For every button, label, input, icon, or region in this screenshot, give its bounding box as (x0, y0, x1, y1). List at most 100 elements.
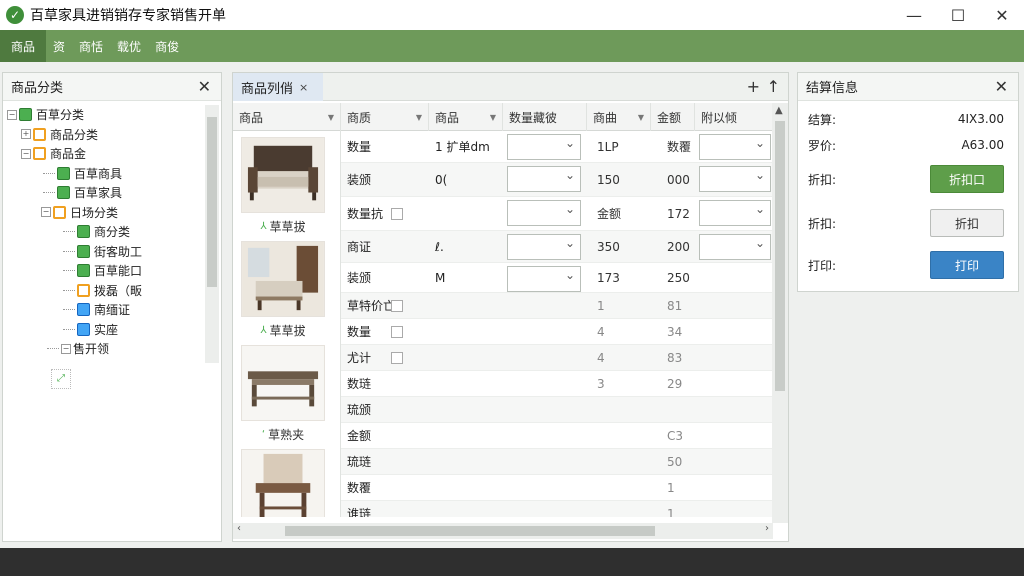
column-header[interactable]: 商曲 ▼ (587, 103, 651, 131)
tree-node[interactable]: − 商品金 (7, 144, 203, 164)
option-dropdown[interactable] (699, 234, 771, 260)
tree-node[interactable]: − 售开领 (7, 339, 203, 359)
tree-node[interactable]: 街客助工 (7, 242, 203, 262)
cell-price: 173 (597, 270, 620, 285)
column-header-label: 数量藏彼 (509, 110, 558, 125)
product-mark-icon: ‘ (261, 428, 266, 440)
column-header[interactable]: 商质 ▼ (341, 103, 429, 131)
tree-small-icon[interactable]: ⤢ (51, 369, 71, 389)
table-row[interactable]: 尤计 4 83 (341, 345, 773, 371)
option-dropdown[interactable] (699, 166, 771, 192)
column-header-label: 金额 (657, 110, 682, 125)
scroll-left-icon[interactable]: ‹ (237, 523, 241, 534)
tree-node[interactable]: 南缅证 (7, 300, 203, 320)
discount-toggle-button[interactable]: 折扣口 (930, 165, 1004, 193)
table-row[interactable]: 谁琏 1 (341, 501, 773, 517)
grid-hscroll-thumb[interactable] (285, 526, 655, 536)
table-row[interactable]: 琉琏 50 (341, 449, 773, 475)
tree-node[interactable]: 百草商具 (7, 164, 203, 184)
column-header[interactable]: 金额 (651, 103, 695, 131)
cell-spec: 0( (435, 172, 448, 187)
collapse-icon[interactable]: − (7, 109, 17, 120)
tree-scrollbar[interactable] (205, 105, 219, 363)
tab-product-list[interactable]: 商品列俏 × (233, 73, 323, 101)
table-row[interactable]: 数量 4 34 (341, 319, 773, 345)
table-row[interactable]: 金额 C3 (341, 423, 773, 449)
category-icon (77, 264, 90, 278)
tab-close-icon[interactable]: × (299, 81, 308, 94)
product-card[interactable] (241, 449, 325, 517)
column-header[interactable]: 数量藏彼 (503, 103, 587, 131)
column-header[interactable]: 商品 ▼ (429, 103, 503, 131)
tree-node[interactable]: + 商品分类 (7, 125, 203, 145)
collapse-icon[interactable]: − (41, 207, 51, 218)
tree-connector (63, 250, 75, 252)
table-row[interactable]: 商证 ℓ. 350 200 (341, 231, 773, 263)
row-checkbox[interactable] (391, 300, 403, 312)
tree-node[interactable]: − 日场分类 (7, 203, 203, 223)
cell-price: 4 (597, 350, 605, 365)
table-row[interactable]: 琉颁 (341, 397, 773, 423)
tree-node[interactable]: 百草能口 (7, 261, 203, 281)
folder-icon (33, 147, 46, 161)
table-row[interactable]: 草特价亡 1 81 (341, 293, 773, 319)
product-label: ‘草熟夹 (241, 424, 325, 444)
product-name: 草草拔 (269, 323, 306, 338)
row-checkbox[interactable] (391, 208, 403, 220)
table-row[interactable]: 数覆 1 (341, 475, 773, 501)
product-card[interactable]: ⅄ 草草拔 (241, 137, 325, 236)
menu-item-4[interactable]: 载优 (110, 30, 148, 62)
column-header[interactable]: 附以倾 (695, 103, 773, 131)
arrow-up-icon[interactable]: ↑ (767, 77, 780, 96)
quantity-dropdown[interactable] (507, 166, 581, 192)
grid-horizontal-scrollbar[interactable]: ‹ › (233, 523, 773, 539)
cell-amount: 172 (667, 206, 690, 221)
quantity-dropdown[interactable] (507, 200, 581, 226)
product-card[interactable]: ⅄ 草草拔 (241, 241, 325, 340)
scroll-up-icon[interactable]: ▲ (775, 105, 783, 116)
print-button[interactable]: 打印 (930, 251, 1004, 279)
tree-node-label: 街客助工 (94, 244, 143, 259)
cell-price (591, 475, 651, 500)
collapse-icon[interactable]: − (21, 148, 31, 159)
grid-vertical-scrollbar[interactable]: ▲ (772, 103, 788, 523)
scroll-right-icon[interactable]: › (765, 523, 769, 534)
tree-panel-close-icon[interactable]: ✕ (198, 77, 211, 96)
menu-item-products[interactable]: 商品 (0, 30, 47, 62)
menu-item-3[interactable]: 商恬 (72, 30, 110, 62)
tree-node[interactable]: 百草家具 (7, 183, 203, 203)
table-row[interactable]: 数量 1 扩单dm 1LP 数覆 (341, 131, 773, 163)
product-grid: 商品 ▼ 商质 ▼ 商品 ▼ 数量藏彼 商曲 ▼ 金额 附以倾 ⅄ 草草拔 ⅄ … (233, 103, 773, 517)
column-header[interactable]: 商品 ▼ (233, 103, 341, 131)
table-row[interactable]: 装颁 M 173 250 (341, 263, 773, 293)
collapse-icon[interactable]: − (61, 343, 71, 354)
tree-node[interactable]: 拨磊（畈 (7, 281, 203, 301)
menu-item-2[interactable]: 资 (46, 30, 72, 62)
discount-button[interactable]: 折扣 (930, 209, 1004, 237)
row-checkbox[interactable] (391, 352, 403, 364)
option-dropdown[interactable] (699, 200, 771, 226)
maximize-button[interactable]: ☐ (936, 0, 980, 30)
tree-node[interactable]: 商分类 (7, 222, 203, 242)
menu-item-5[interactable]: 商俊 (148, 30, 186, 62)
grid-vscroll-thumb[interactable] (775, 121, 785, 391)
product-card[interactable]: ‘草熟夹 (241, 345, 325, 444)
option-dropdown[interactable] (699, 134, 771, 160)
minimize-button[interactable]: — (892, 0, 936, 30)
table-row[interactable]: 数琏 3 29 (341, 371, 773, 397)
settlement-close-icon[interactable]: ✕ (995, 77, 1008, 96)
quantity-dropdown[interactable] (507, 134, 581, 160)
quantity-dropdown[interactable] (507, 266, 581, 292)
tree-node[interactable]: − 百草分类 (7, 105, 203, 125)
expand-icon[interactable]: + (21, 129, 31, 140)
quantity-dropdown[interactable] (507, 234, 581, 260)
table-row[interactable]: 数量抗 金额 172 (341, 197, 773, 231)
row-checkbox[interactable] (391, 326, 403, 338)
tree-connector (63, 328, 75, 330)
cell-price (591, 423, 651, 448)
close-window-button[interactable]: ✕ (980, 0, 1024, 30)
tree-node[interactable]: 实座 (7, 320, 203, 340)
tree-scroll-thumb[interactable] (207, 117, 217, 287)
table-row[interactable]: 装颁 0(150 000 (341, 163, 773, 197)
add-icon[interactable]: + (747, 77, 760, 96)
